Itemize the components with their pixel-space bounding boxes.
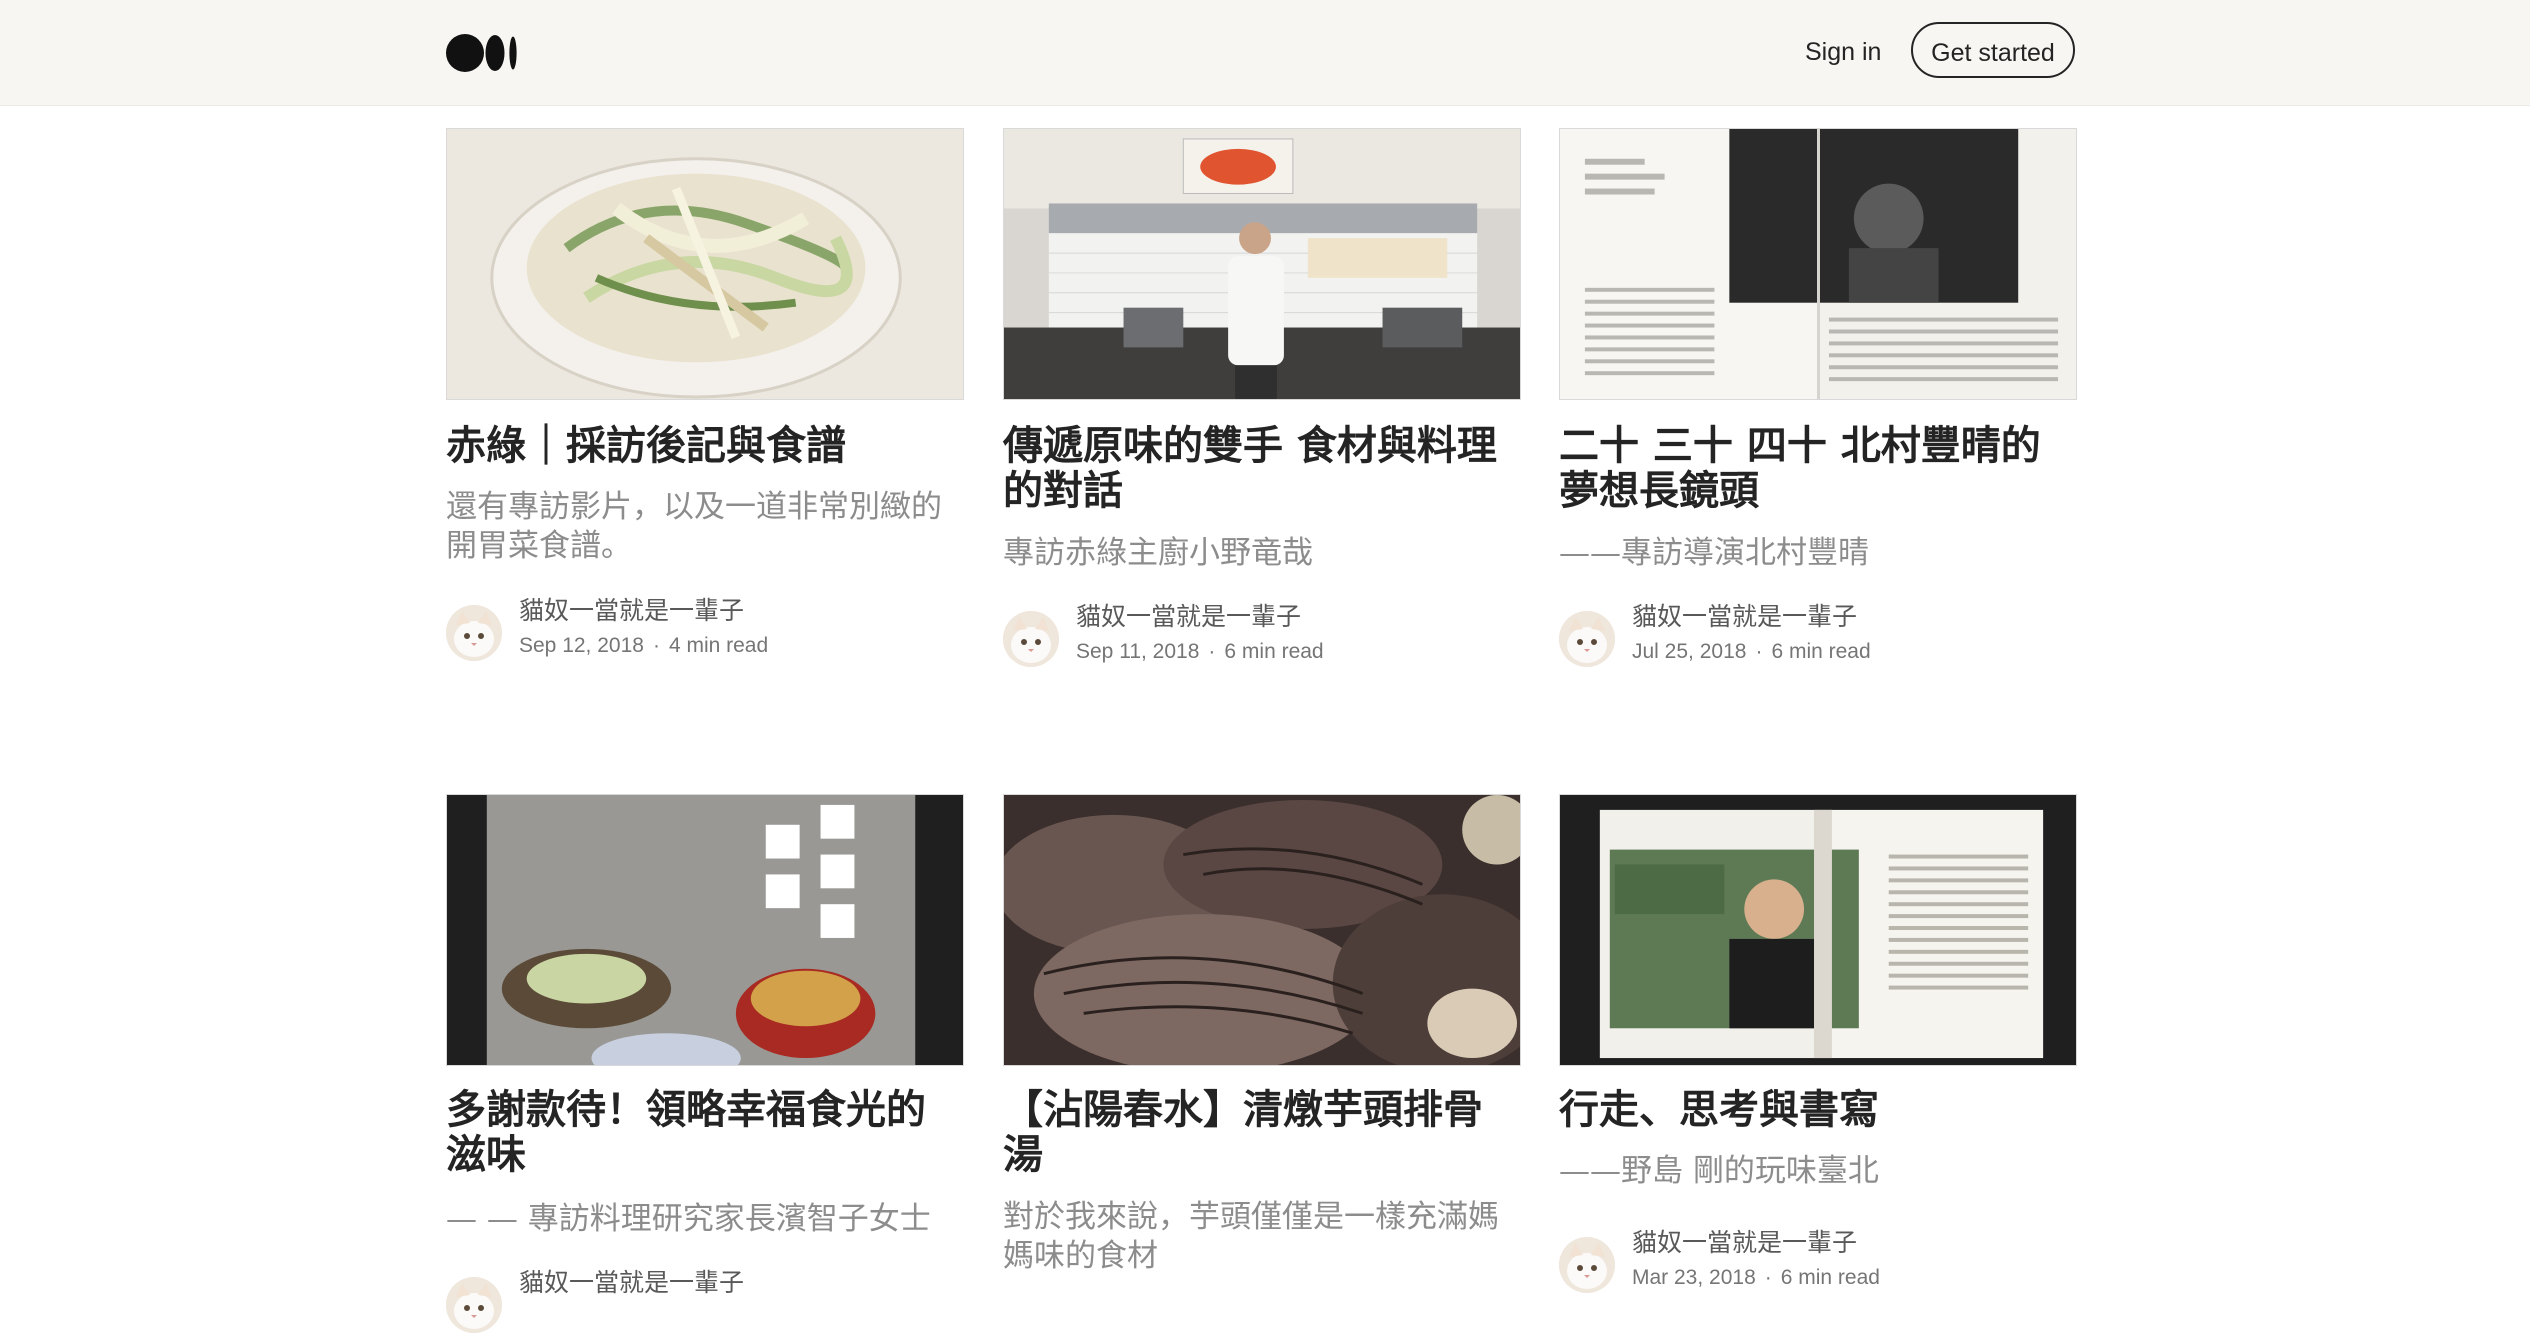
post-thumbnail[interactable] [1559,794,2077,1066]
post-author: 貓奴一當就是一輩子 Sep 12, 2018 · 4 min read [446,596,964,664]
post-title[interactable]: 多謝款待！領略幸福食光的滋味 [446,1088,964,1178]
read-time: 4 min read [668,634,769,657]
post-thumbnail[interactable] [1003,128,1521,400]
post-date: Sep 12, 2018 [519,634,644,657]
post-title[interactable]: 傳遞原味的雙手 食材與料理的對話 [1003,424,1521,514]
post-title[interactable]: 赤綠｜採訪後記與食譜 [446,424,964,469]
author-name[interactable]: 貓奴一當就是一輩子 [1632,1226,1857,1260]
post-subtitle: ——專訪導演北村豐晴 [1559,535,1869,571]
author-name[interactable]: 貓奴一當就是一輩子 [1076,600,1301,634]
post-meta: Jul 25, 2018 · 6 min read [1632,638,1871,666]
post-meta: Mar 23, 2018 · 6 min read [1632,1264,1880,1292]
separator: · [1208,640,1216,663]
post-title[interactable]: 【沾陽春水】清燉芋頭排骨湯 [1003,1088,1521,1178]
post-subtitle: 對於我來說，芋頭僅僅是一樣充滿媽媽味的食材 [1003,1199,1499,1274]
separator: · [652,634,660,657]
get-started-button[interactable]: Get started [1911,22,2075,78]
avatar[interactable] [446,1277,502,1333]
post-date: Mar 23, 2018 [1632,1266,1756,1289]
post-title[interactable]: 行走、思考與書寫 [1559,1088,2077,1133]
post-thumbnail[interactable] [446,128,964,400]
post-meta: Sep 12, 2018 · 4 min read [519,632,768,660]
read-time: 6 min read [1771,640,1871,663]
post-date: Jul 25, 2018 [1632,640,1747,663]
top-nav-bar: Sign in Get started [0,0,2530,105]
avatar[interactable] [1559,611,1615,667]
sign-in-link[interactable]: Sign in [1805,32,1881,72]
author-name[interactable]: 貓奴一當就是一輩子 [519,1266,744,1300]
read-time: 6 min read [1224,640,1324,663]
medium-logo-icon[interactable] [446,34,518,72]
post-meta: Sep 11, 2018 · 6 min read [1076,638,1324,666]
post-author: 貓奴一當就是一輩子 Jul 25, 2018 · 6 min read [1559,602,2077,670]
post-author: 貓奴一當就是一輩子 [446,1268,964,1336]
post-date: Sep 11, 2018 [1076,640,1200,663]
avatar[interactable] [1003,611,1059,667]
post-subtitle: ——野島 剛的玩味臺北 [1559,1153,1879,1189]
separator: · [1755,640,1763,663]
separator: · [1764,1266,1772,1289]
post-thumbnail[interactable] [1003,794,1521,1066]
avatar[interactable] [1559,1237,1615,1293]
post-author: 貓奴一當就是一輩子 Mar 23, 2018 · 6 min read [1559,1228,2077,1296]
author-name[interactable]: 貓奴一當就是一輩子 [1632,600,1857,634]
post-subtitle: 還有專訪影片，以及一道非常別緻的開胃菜食譜。 [446,489,942,564]
post-thumbnail[interactable] [1559,128,2077,400]
post-author: 貓奴一當就是一輩子 Sep 11, 2018 · 6 min read [1003,602,1521,670]
read-time: 6 min read [1780,1266,1880,1289]
post-title[interactable]: 二十 三十 四十 北村豐晴的夢想長鏡頭 [1559,424,2077,514]
post-subtitle: — — 專訪料理研究家長濱智子女士 [446,1201,931,1237]
author-name[interactable]: 貓奴一當就是一輩子 [519,594,744,628]
avatar[interactable] [446,605,502,661]
post-subtitle: 專訪赤綠主廚小野竜哉 [1003,535,1313,571]
post-thumbnail[interactable] [446,794,964,1066]
